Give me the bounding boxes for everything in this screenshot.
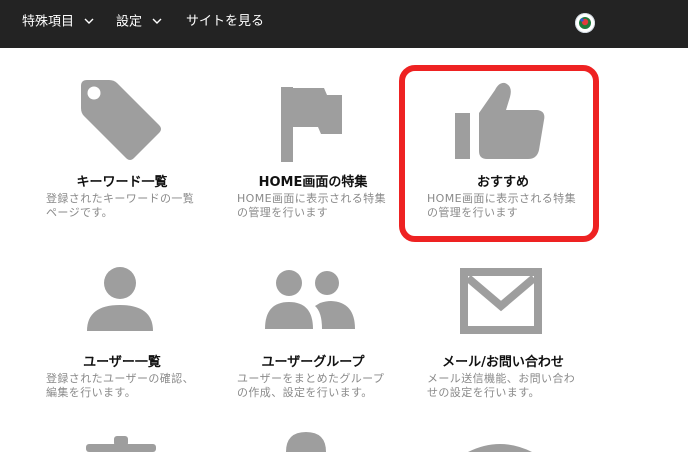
card-keyword-list[interactable]: キーワード一覧 登録されたキーワードの一覧ページです。 xyxy=(46,72,198,252)
card-title: HOME画面の特集 xyxy=(258,175,368,190)
highlight-box xyxy=(399,65,599,242)
card-description: HOME画面に表示される特集の管理を行います xyxy=(237,192,386,219)
nav-settings[interactable]: 設定 xyxy=(116,0,162,44)
nav-special-items-label: 特殊項目 xyxy=(22,14,75,30)
tag-icon xyxy=(46,72,198,162)
nav-view-site[interactable]: サイトを見る xyxy=(186,0,264,44)
clipboard-icon xyxy=(86,436,156,452)
nav-special-items[interactable]: 特殊項目 xyxy=(22,0,94,44)
card-user-group[interactable]: ユーザーグループ ユーザーをまとめたグループの作成、設定を行います。 xyxy=(237,252,389,432)
top-nav-bar: 特殊項目 設定 サイトを見る xyxy=(0,0,688,48)
card-title: キーワード一覧 xyxy=(76,175,168,190)
card-mail-contact[interactable]: メール/お問い合わせ メール送信機能、お問い合わせの設定を行います。 xyxy=(427,252,579,432)
circle-icon xyxy=(468,444,532,452)
card-user-list[interactable]: ユーザー一覧 登録されたユーザーの確認、編集を行います。 xyxy=(46,252,198,432)
user-icon xyxy=(46,252,198,342)
card-description: ユーザーをまとめたグループの作成、設定を行います。 xyxy=(237,372,385,399)
card-title: メール/お問い合わせ xyxy=(442,355,564,370)
chevron-down-icon xyxy=(152,0,162,44)
location-icon xyxy=(286,432,326,452)
card-title: ユーザーグループ xyxy=(261,355,365,370)
nav-settings-label: 設定 xyxy=(116,14,143,30)
card-description: メール送信機能、お問い合わせの設定を行います。 xyxy=(427,372,576,399)
user-group-icon xyxy=(237,252,389,342)
nav-view-site-label: サイトを見る xyxy=(186,14,265,29)
card-home-feature[interactable]: HOME画面の特集 HOME画面に表示される特集の管理を行います xyxy=(237,72,389,252)
mail-icon xyxy=(427,252,579,342)
flag-icon xyxy=(237,72,389,162)
card-description: 登録されたキーワードの一覧ページです。 xyxy=(46,192,195,219)
chevron-down-icon xyxy=(84,0,94,44)
card-title: ユーザー一覧 xyxy=(83,355,161,370)
avatar[interactable] xyxy=(575,13,595,33)
card-description: 登録されたユーザーの確認、編集を行います。 xyxy=(46,372,194,399)
